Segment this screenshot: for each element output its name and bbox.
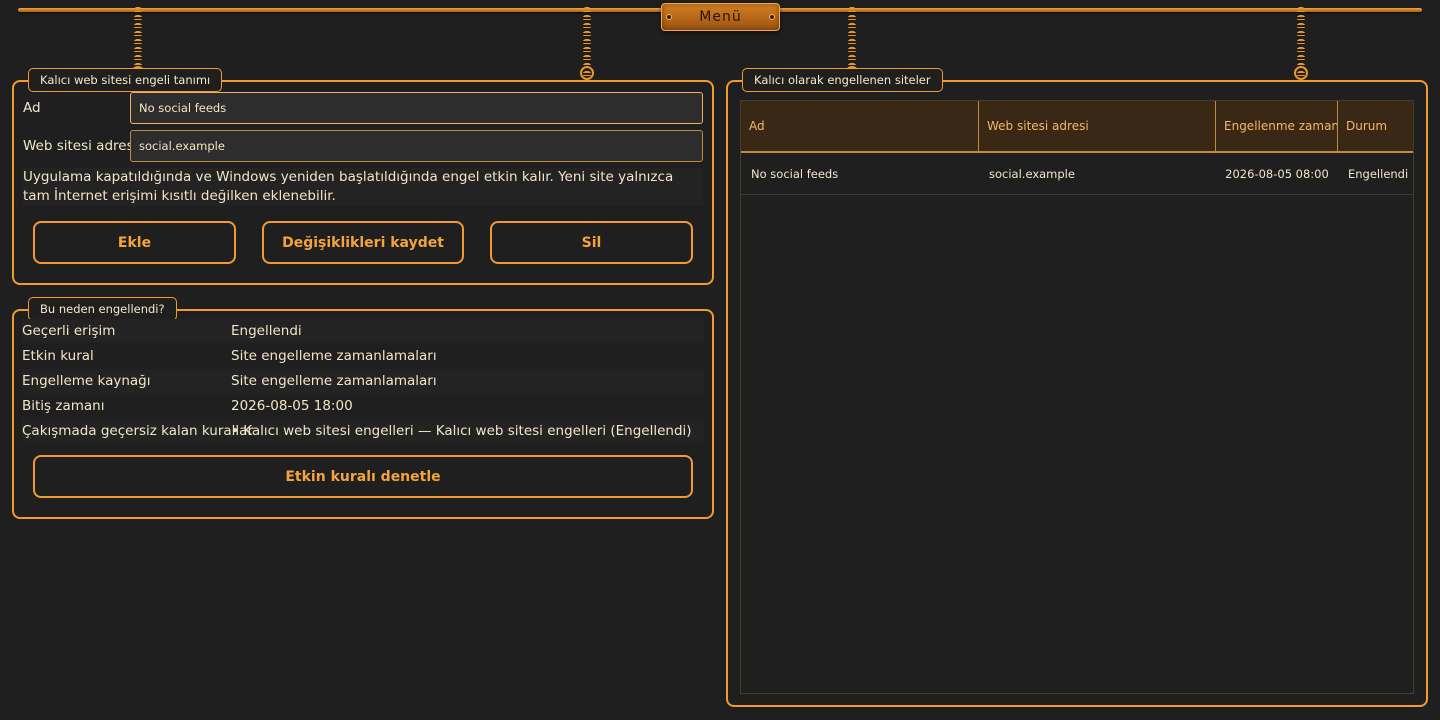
info-value: Site engelleme zamanlamaları: [231, 373, 437, 389]
blocked-sites-title: Kalıcı olarak engellenen siteler: [742, 68, 943, 92]
info-key: Etkin kural: [22, 348, 94, 364]
column-header-url[interactable]: Web sitesi adresi: [979, 101, 1216, 151]
name-label: Ad: [23, 100, 41, 116]
url-label: Web sitesi adresi: [23, 138, 138, 154]
chain-ring: [580, 66, 594, 80]
add-button[interactable]: Ekle: [33, 221, 236, 264]
rivet-icon: [769, 14, 775, 20]
blocked-sites-panel: Kalıcı olarak engellenen siteler Ad Web …: [726, 68, 1428, 707]
menu-button[interactable]: Menü: [661, 3, 780, 31]
info-value: • Kalıcı web sitesi engelleri — Kalıcı w…: [231, 423, 692, 439]
info-value: 2026-08-05 18:00: [231, 398, 353, 414]
cell-blocked-time: 2026-08-05 08:00: [1225, 167, 1329, 181]
info-row-end-time: Bitiş zamanı 2026-08-05 18:00: [22, 394, 704, 418]
info-key: Çakışmada geçersiz kalan kurallar: [22, 423, 254, 439]
info-key: Engelleme kaynağı: [22, 373, 151, 389]
column-header-blocked-time[interactable]: Engellenme zamanı: [1216, 101, 1338, 151]
menu-label: Menü: [699, 9, 742, 25]
info-row-block-source: Engelleme kaynağı Site engelleme zamanla…: [22, 369, 704, 393]
save-changes-button[interactable]: Değişiklikleri kaydet: [262, 221, 464, 264]
cell-url: social.example: [989, 167, 1075, 181]
blocked-sites-table[interactable]: Ad Web sitesi adresi Engellenme zamanı D…: [740, 100, 1414, 694]
column-header-name[interactable]: Ad: [741, 101, 979, 151]
why-blocked-panel: Bu neden engellendi? Geçerli erişim Enge…: [12, 297, 714, 519]
persistence-note: Uygulama kapatıldığında ve Windows yenid…: [23, 168, 703, 206]
info-value: Site engelleme zamanlamaları: [231, 348, 437, 364]
chain-ring: [1294, 66, 1308, 80]
table-row[interactable]: No social feeds social.example 2026-08-0…: [741, 153, 1413, 195]
table-header: Ad Web sitesi adresi Engellenme zamanı D…: [741, 101, 1413, 153]
definition-panel: Kalıcı web sitesi engeli tanımı Ad Web s…: [12, 68, 714, 285]
cell-status: Engellendi: [1348, 167, 1409, 181]
info-key: Geçerli erişim: [22, 323, 116, 339]
definition-panel-title: Kalıcı web sitesi engeli tanımı: [28, 68, 223, 92]
info-key: Bitiş zamanı: [22, 398, 105, 414]
inspect-active-rule-button[interactable]: Etkin kuralı denetle: [33, 455, 693, 498]
rivet-icon: [666, 14, 672, 20]
url-input[interactable]: [130, 130, 703, 162]
info-value: Engellendi: [231, 323, 302, 339]
delete-button[interactable]: Sil: [490, 221, 693, 264]
cell-name: No social feeds: [751, 167, 839, 181]
info-row-active-rule: Etkin kural Site engelleme zamanlamaları: [22, 344, 704, 368]
name-input[interactable]: [130, 92, 703, 124]
info-row-overridden-rules: Çakışmada geçersiz kalan kurallar • Kalı…: [22, 419, 704, 443]
info-row-current-access: Geçerli erişim Engellendi: [22, 319, 704, 343]
why-blocked-title: Bu neden engellendi?: [28, 297, 177, 321]
column-header-status[interactable]: Durum: [1338, 101, 1413, 151]
